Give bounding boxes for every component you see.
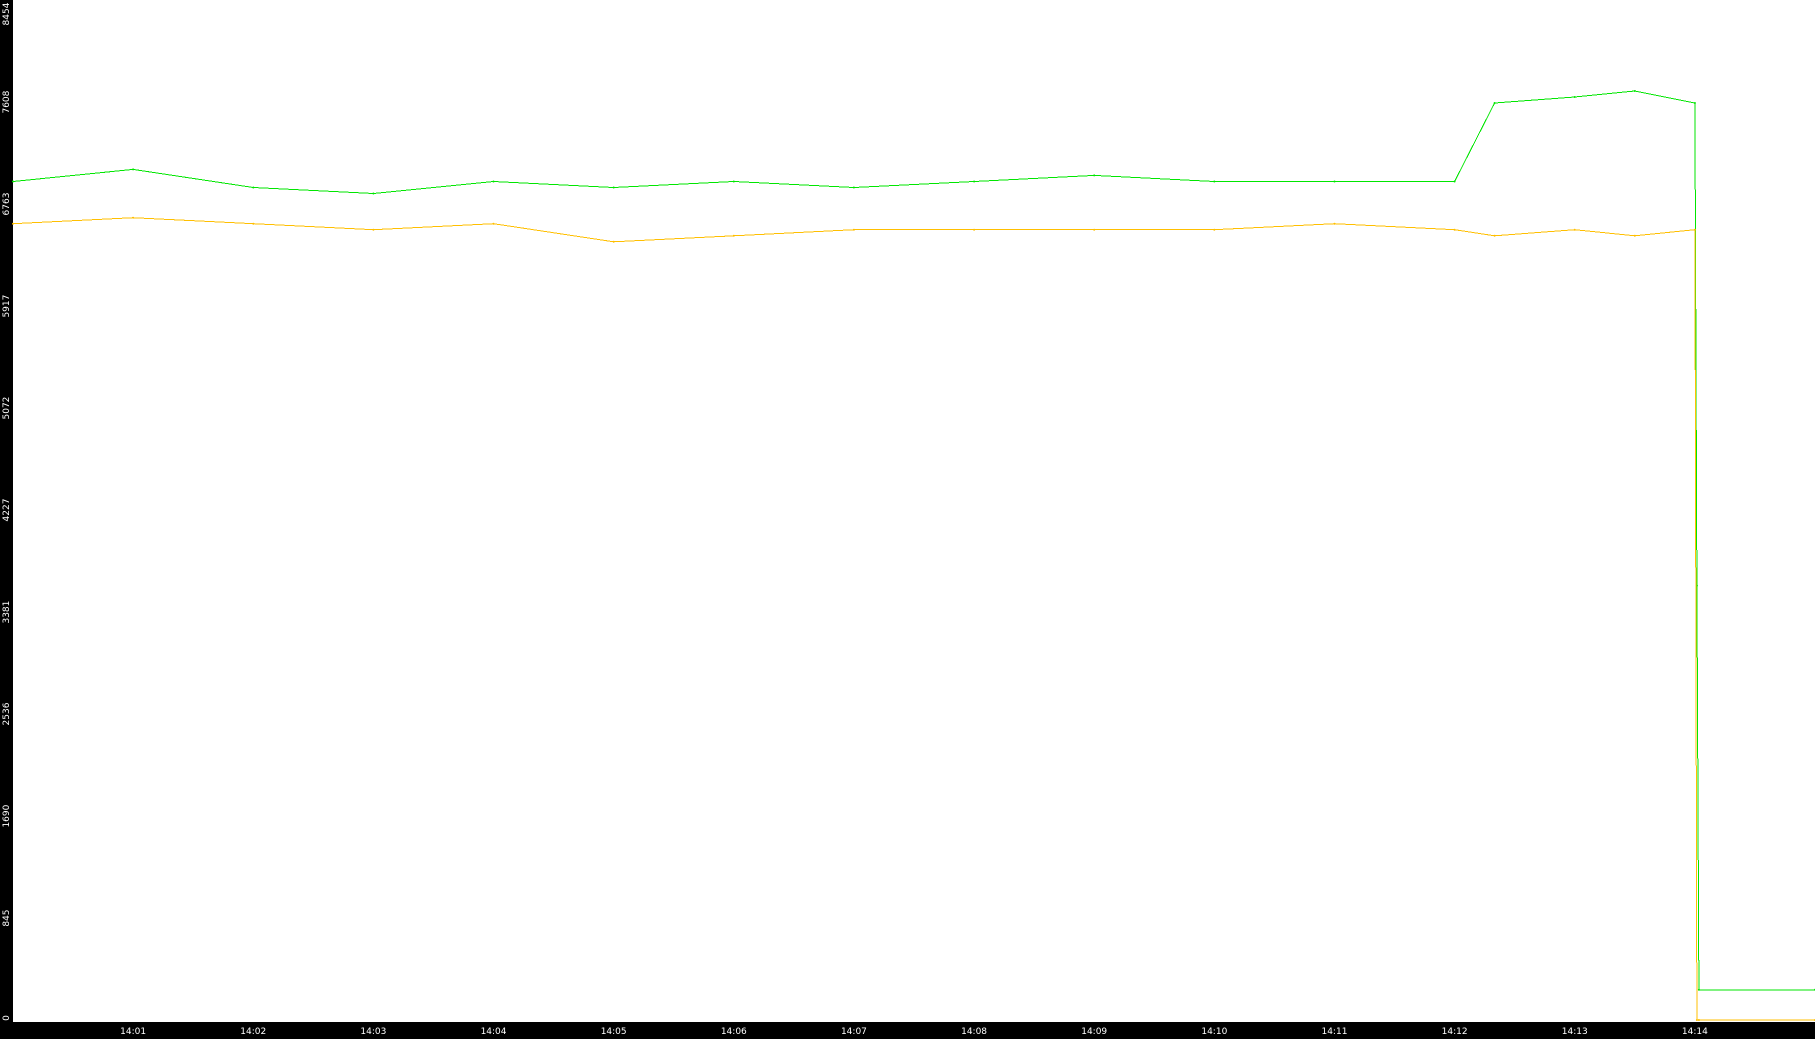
series-1-point xyxy=(612,186,615,189)
series-1-point xyxy=(1693,102,1696,104)
series-2-point xyxy=(1695,1019,1698,1021)
series-1-point xyxy=(372,192,375,195)
series-2-point xyxy=(1453,228,1456,231)
series-1-point xyxy=(1093,174,1096,177)
y-tick-label: 845 xyxy=(2,909,12,926)
y-tick-label: 1690 xyxy=(2,804,12,827)
series-2-point xyxy=(12,222,14,225)
x-tick-label: 14:03 xyxy=(360,1027,386,1037)
series-1-point xyxy=(132,168,135,171)
plot-area xyxy=(13,0,1815,1022)
series-1-point xyxy=(1493,102,1496,104)
series-1-point xyxy=(1213,180,1216,183)
y-tick-label: 3381 xyxy=(2,601,12,624)
x-tick-label: 14:02 xyxy=(240,1027,266,1037)
series-2-point xyxy=(132,216,135,219)
series-2-point xyxy=(372,228,375,231)
series-2-point xyxy=(1693,228,1696,231)
series-1-point xyxy=(492,180,495,183)
x-tick-label: 14:14 xyxy=(1682,1027,1708,1037)
series-1-point xyxy=(1333,180,1336,183)
x-tick-label: 14:04 xyxy=(481,1027,507,1037)
series-2-point xyxy=(1697,1019,1700,1021)
series-2-point xyxy=(732,234,735,237)
x-tick-label: 14:09 xyxy=(1081,1027,1107,1037)
y-tick-label: 5072 xyxy=(2,397,12,420)
series-1-point xyxy=(1573,96,1576,98)
series-1-point xyxy=(732,180,735,183)
y-tick-label: 4227 xyxy=(2,499,12,522)
y-tick-label: 6763 xyxy=(2,193,12,216)
y-tick-label: 5917 xyxy=(2,295,12,318)
series-2-point xyxy=(492,222,495,225)
line-chart: 0 845 1690 2536 3381 4227 5072 5917 6763 7608 8454… xyxy=(0,0,1815,1039)
x-tick-label: 14:13 xyxy=(1562,1027,1588,1037)
y-tick-label: 8454 xyxy=(2,2,12,25)
x-tick-label: 14:11 xyxy=(1321,1027,1347,1037)
series-2-point xyxy=(1093,228,1096,231)
series-1-point xyxy=(1697,988,1700,991)
x-tick-label: 14:08 xyxy=(961,1027,987,1037)
series-2-point xyxy=(612,240,615,243)
x-tick-label: 14:12 xyxy=(1442,1027,1468,1037)
x-tick-label: 14:07 xyxy=(841,1027,867,1037)
y-tick-label: 2536 xyxy=(2,702,12,725)
series-1-point xyxy=(973,180,976,183)
y-tick-label: 0 xyxy=(2,1015,12,1021)
series-1-point xyxy=(852,186,855,189)
y-tick-label: 7608 xyxy=(2,90,12,113)
series-2-point xyxy=(1213,228,1216,231)
series-2-point xyxy=(1573,228,1576,231)
series-2-point xyxy=(1333,222,1336,225)
series-1-point xyxy=(1453,180,1456,183)
x-tick-label: 14:05 xyxy=(601,1027,627,1037)
series-2-point xyxy=(973,228,976,231)
x-tick-label: 14:06 xyxy=(721,1027,747,1037)
series-2-point xyxy=(1493,234,1496,237)
series-1-point xyxy=(252,186,255,189)
chart-root: 0 845 1690 2536 3381 4227 5072 5917 6763 7608 8454… xyxy=(0,0,1815,1039)
x-tick-label: 14:01 xyxy=(120,1027,146,1037)
series-2-point xyxy=(252,222,255,225)
x-tick-label: 14:10 xyxy=(1201,1027,1227,1037)
series-2-point xyxy=(1633,234,1636,237)
series-2-point xyxy=(852,228,855,231)
series-1-point xyxy=(12,180,14,183)
series-1-point xyxy=(1633,90,1636,92)
x-axis-strip xyxy=(0,1022,1815,1039)
